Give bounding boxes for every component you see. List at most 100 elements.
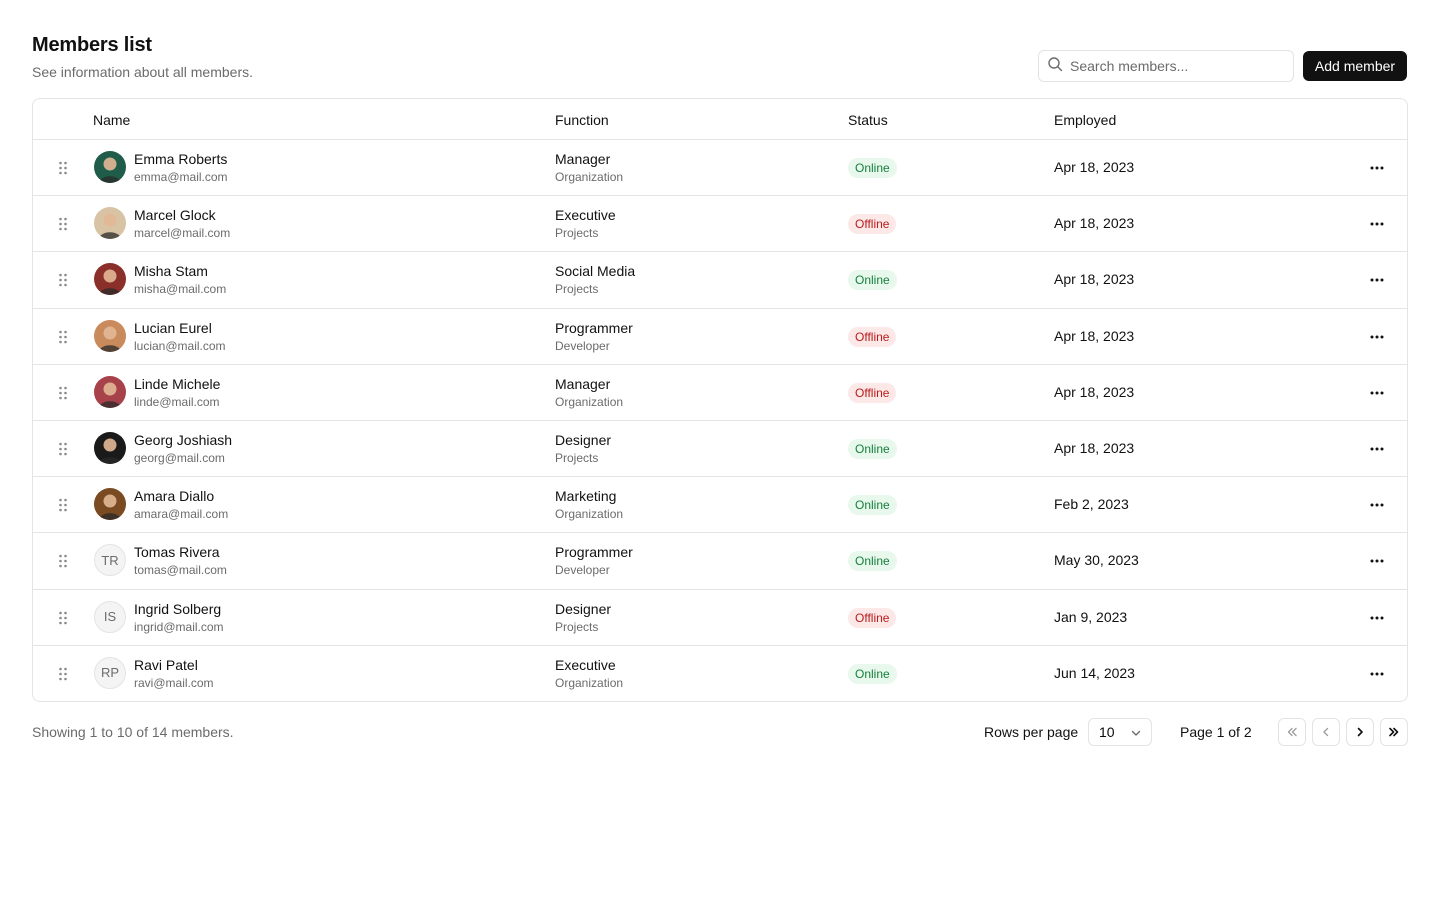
status-badge: Offline <box>848 326 897 347</box>
previous-page-button[interactable] <box>1312 718 1340 746</box>
member-function: Executive <box>555 207 616 224</box>
member-name: Ravi Patel <box>134 656 198 673</box>
avatar <box>94 431 126 464</box>
table-row[interactable]: Georg Joshiash georg@mail.com Designer Proj… <box>33 421 1407 478</box>
member-email: emma@mail.com <box>134 170 228 184</box>
member-department: Projects <box>555 282 599 297</box>
column-header-status[interactable]: Status <box>848 112 888 128</box>
member-department: Organization <box>555 170 624 184</box>
member-name: Misha Stam <box>134 263 208 280</box>
search-input[interactable] <box>1070 58 1290 74</box>
more-horizontal-icon[interactable] <box>1367 495 1387 515</box>
member-email: tomas@mail.com <box>134 563 227 578</box>
grip-vertical-icon[interactable] <box>58 554 68 568</box>
rows-per-page-select[interactable]: 10 <box>1088 718 1152 746</box>
showing-count: Showing 1 to 10 of 14 members. <box>32 724 234 740</box>
employed-date: Apr 18, 2023 <box>1054 215 1135 232</box>
add-member-button[interactable]: Add member <box>1303 51 1407 81</box>
avatar <box>94 375 126 408</box>
avatar: TR <box>94 544 126 577</box>
next-page-button[interactable] <box>1346 718 1374 746</box>
member-department: Developer <box>555 563 610 578</box>
member-email: ingrid@mail.com <box>134 619 224 634</box>
avatar <box>94 488 126 521</box>
more-horizontal-icon[interactable] <box>1367 383 1387 403</box>
member-function: Designer <box>555 600 612 617</box>
table-header: Name Function Status Employed <box>33 99 1407 140</box>
table-row[interactable]: Amara Diallo amara@mail.com Marketing Organ… <box>33 477 1407 534</box>
chevrons-right-icon <box>1389 727 1399 737</box>
member-function: Designer <box>555 431 612 448</box>
column-header-function[interactable]: Function <box>555 112 609 128</box>
employed-date: Apr 18, 2023 <box>1054 439 1135 456</box>
more-horizontal-icon[interactable] <box>1367 439 1387 459</box>
search-box[interactable] <box>1038 50 1294 82</box>
status-badge: Online <box>848 438 897 459</box>
status-badge: Offline <box>848 382 897 403</box>
more-horizontal-icon[interactable] <box>1367 158 1387 178</box>
table-row[interactable]: RP Ravi Patel ravi@mail.com Executive Organi… <box>33 646 1407 701</box>
more-horizontal-icon[interactable] <box>1367 551 1387 571</box>
table-row[interactable]: Misha Stam misha@mail.com Social Media Proj… <box>33 252 1407 309</box>
table-row[interactable]: TR Tomas Rivera tomas@mail.com Programmer De… <box>33 533 1407 590</box>
member-email: misha@mail.com <box>134 282 227 297</box>
chevron-down-icon <box>1131 730 1141 736</box>
grip-vertical-icon[interactable] <box>58 330 68 344</box>
page-subtitle: See information about all members. <box>32 64 253 80</box>
avatar-initials: RP <box>100 665 120 681</box>
grip-vertical-icon[interactable] <box>58 273 68 287</box>
avatar: IS <box>94 600 126 633</box>
member-department: Projects <box>555 226 599 241</box>
column-header-name[interactable]: Name <box>93 112 130 128</box>
status-badge: Offline <box>848 214 897 235</box>
grip-vertical-icon[interactable] <box>58 498 68 512</box>
employed-date: Feb 2, 2023 <box>1054 496 1129 513</box>
table-row[interactable]: Lucian Eurel lucian@mail.com Programmer Dev… <box>33 309 1407 365</box>
employed-date: Apr 18, 2023 <box>1054 271 1135 288</box>
page-title: Members list <box>32 34 152 56</box>
grip-vertical-icon[interactable] <box>58 442 68 456</box>
table-body: Emma Roberts emma@mail.com Manager Organiza… <box>33 140 1407 701</box>
employed-date: Apr 18, 2023 <box>1054 327 1135 344</box>
member-function: Executive <box>555 656 616 673</box>
table-row[interactable]: Emma Roberts emma@mail.com Manager Organiza… <box>33 140 1407 197</box>
member-email: ravi@mail.com <box>134 675 214 690</box>
rows-per-page-label: Rows per page <box>984 724 1079 740</box>
table-row[interactable]: Linde Michele linde@mail.com Manager Organi… <box>33 365 1407 421</box>
avatar <box>94 207 126 240</box>
grip-vertical-icon[interactable] <box>58 386 68 400</box>
first-page-button[interactable] <box>1278 718 1306 746</box>
more-horizontal-icon[interactable] <box>1367 270 1387 290</box>
status-badge: Online <box>848 495 897 516</box>
member-name: Tomas Rivera <box>134 544 220 561</box>
member-function: Programmer <box>555 319 633 336</box>
grip-vertical-icon[interactable] <box>58 161 68 175</box>
chevron-left-icon <box>1323 727 1329 737</box>
grip-vertical-icon[interactable] <box>58 217 68 231</box>
status-badge: Online <box>848 158 897 178</box>
grip-vertical-icon[interactable] <box>58 667 68 681</box>
member-email: linde@mail.com <box>134 394 220 409</box>
more-horizontal-icon[interactable] <box>1367 327 1387 347</box>
more-horizontal-icon[interactable] <box>1367 214 1387 234</box>
last-page-button[interactable] <box>1380 718 1408 746</box>
table-row[interactable]: IS Ingrid Solberg ingrid@mail.com Designer P… <box>33 590 1407 646</box>
member-department: Projects <box>555 619 599 634</box>
grip-vertical-icon[interactable] <box>58 611 68 625</box>
more-horizontal-icon[interactable] <box>1367 608 1387 628</box>
member-email: marcel@mail.com <box>134 226 231 241</box>
column-header-employed[interactable]: Employed <box>1054 112 1116 128</box>
table-row[interactable]: Marcel Glock marcel@mail.com Executive Proj… <box>33 196 1407 253</box>
members-table: Name Function Status Employed Emma Rober… <box>32 98 1408 702</box>
member-function: Manager <box>555 375 611 392</box>
member-name: Ingrid Solberg <box>134 600 222 617</box>
page-indicator: Page 1 of 2 <box>1180 724 1252 740</box>
chevrons-left-icon <box>1287 727 1297 737</box>
avatar <box>94 151 126 183</box>
employed-date: May 30, 2023 <box>1054 552 1139 569</box>
member-function: Manager <box>555 151 611 167</box>
employed-date: Jan 9, 2023 <box>1054 608 1128 625</box>
more-horizontal-icon[interactable] <box>1367 664 1387 684</box>
member-department: Organization <box>555 675 624 690</box>
page-header: Members list See information about all m… <box>32 34 253 80</box>
